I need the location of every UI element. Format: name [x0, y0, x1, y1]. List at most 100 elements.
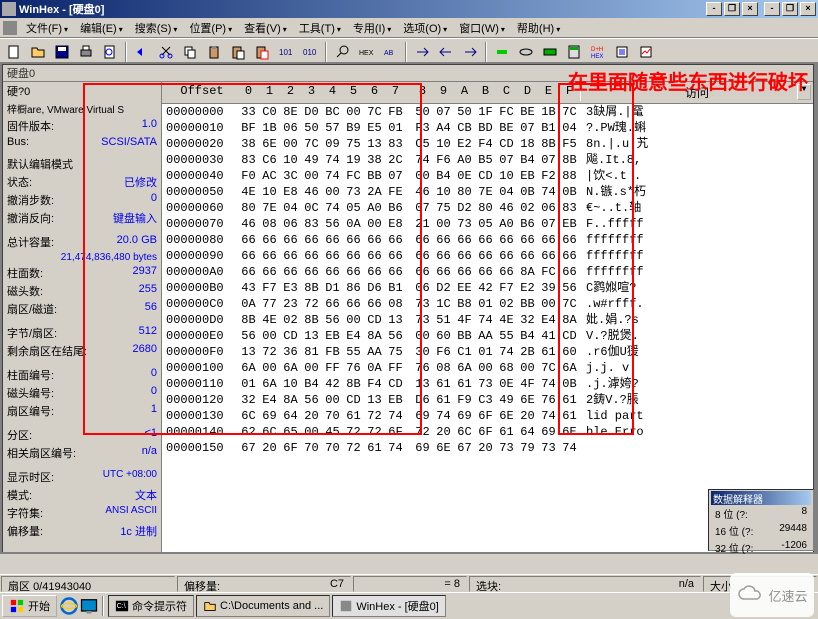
byte-cell[interactable]: 05	[343, 200, 364, 216]
byte-cell[interactable]: 8A	[364, 328, 385, 344]
byte-cell[interactable]: FC	[343, 168, 364, 184]
byte-cell[interactable]: 66	[301, 232, 322, 248]
byte-cell[interactable]: 00	[259, 328, 280, 344]
byte-cell[interactable]: 13	[364, 136, 385, 152]
hex-row[interactable]: 00000040F0AC3C0074FCBB0700B40ECD10EBF288…	[162, 168, 813, 184]
byte-cell[interactable]: FF	[322, 360, 343, 376]
byte-cell[interactable]: 07	[517, 120, 538, 136]
ascii-cell[interactable]: F..fffff	[580, 216, 644, 232]
byte-cell[interactable]: 66	[559, 264, 580, 280]
byte-cell[interactable]: 61	[559, 392, 580, 408]
byte-cell[interactable]: F6	[433, 152, 454, 168]
byte-cell[interactable]: CD	[364, 312, 385, 328]
byte-cell[interactable]: 66	[322, 296, 343, 312]
byte-cell[interactable]: 66	[496, 232, 517, 248]
hex-row[interactable]: 00000140626C65004572726F72206C6F6164696E…	[162, 424, 813, 440]
byte-cell[interactable]: 76	[538, 392, 559, 408]
byte-cell[interactable]: 76	[343, 360, 364, 376]
byte-cell[interactable]: 56	[385, 328, 406, 344]
byte-cell[interactable]: 6F	[475, 424, 496, 440]
byte-cell[interactable]: 01	[385, 120, 406, 136]
byte-cell[interactable]: 6A	[454, 360, 475, 376]
byte-cell[interactable]: 6A	[238, 360, 259, 376]
byte-cell[interactable]: 05	[475, 216, 496, 232]
byte-cell[interactable]: C0	[259, 104, 280, 120]
byte-cell[interactable]: 74	[385, 408, 406, 424]
byte-cell[interactable]: 6F	[475, 408, 496, 424]
ram-icon[interactable]	[539, 41, 561, 62]
hex-row[interactable]: 0000007046080683560A00E821007305A0B607EB…	[162, 216, 813, 232]
byte-cell[interactable]: EB	[322, 328, 343, 344]
byte-cell[interactable]: 6A	[559, 360, 580, 376]
header-byte-A[interactable]: A	[454, 84, 475, 101]
byte-cell[interactable]: 8A	[559, 312, 580, 328]
restore-doc-button[interactable]: ❐	[724, 2, 740, 16]
settings-icon[interactable]	[611, 41, 633, 62]
byte-cell[interactable]: 72	[259, 344, 280, 360]
calculator-icon[interactable]	[563, 41, 585, 62]
byte-cell[interactable]: 73	[343, 184, 364, 200]
menu-file[interactable]: 文件(F)▾	[20, 18, 74, 38]
byte-cell[interactable]: 13	[385, 312, 406, 328]
byte-cell[interactable]: 07	[538, 216, 559, 232]
byte-cell[interactable]: 1C	[433, 296, 454, 312]
taskbar-task-cmd[interactable]: C:\命令提示符	[108, 595, 194, 617]
hex-row[interactable]: 0000000033C08ED0BC007CFB5007501FFCBE1B7C…	[162, 104, 813, 120]
byte-cell[interactable]: 8A	[517, 264, 538, 280]
byte-cell[interactable]: 42	[322, 376, 343, 392]
hex-row[interactable]: 00000020386E007C09751383C510E2F4CD188BF5…	[162, 136, 813, 152]
byte-cell[interactable]: 66	[301, 248, 322, 264]
find-icon[interactable]	[331, 41, 353, 62]
ascii-cell[interactable]: .j.滹姱?	[580, 376, 639, 392]
byte-cell[interactable]: 6E	[559, 424, 580, 440]
cut-icon[interactable]	[155, 41, 177, 62]
byte-cell[interactable]: CD	[475, 168, 496, 184]
byte-cell[interactable]: E2	[454, 136, 475, 152]
toggle-text-icon[interactable]: 010	[299, 41, 321, 62]
byte-cell[interactable]: 02	[517, 200, 538, 216]
byte-cell[interactable]: 01	[475, 344, 496, 360]
byte-cell[interactable]: 02	[496, 296, 517, 312]
byte-cell[interactable]: 42	[475, 280, 496, 296]
ascii-cell[interactable]: C鹨娰喧?	[580, 280, 636, 296]
quicklaunch-desktop-icon[interactable]	[79, 596, 99, 616]
byte-cell[interactable]: 00	[343, 104, 364, 120]
toggle-hex-icon[interactable]: 101	[275, 41, 297, 62]
ascii-dropdown-icon[interactable]: ▼	[797, 84, 811, 100]
byte-cell[interactable]: 66	[364, 248, 385, 264]
byte-cell[interactable]: 66	[433, 264, 454, 280]
hex-row[interactable]: 000000A0666666666666666666666666668AFC66…	[162, 264, 813, 280]
byte-cell[interactable]: 13	[364, 392, 385, 408]
byte-cell[interactable]: 73	[412, 296, 433, 312]
data-interpreter-panel[interactable]: 数据解释器 8 位 (?:8 16 位 (?:29448 32 位 (?:-12…	[708, 489, 814, 551]
byte-cell[interactable]: 66	[259, 232, 280, 248]
hex-row[interactable]: 000000B043F7E38BD186D6B106D2EE42F7E23956…	[162, 280, 813, 296]
byte-cell[interactable]: EE	[454, 280, 475, 296]
byte-cell[interactable]: 6E	[517, 392, 538, 408]
close-button[interactable]: ×	[800, 2, 816, 16]
header-byte-5[interactable]: 5	[343, 84, 364, 101]
byte-cell[interactable]: 66	[475, 232, 496, 248]
byte-cell[interactable]: B9	[343, 120, 364, 136]
byte-cell[interactable]: 73	[454, 216, 475, 232]
byte-cell[interactable]: 6E	[259, 136, 280, 152]
byte-cell[interactable]: 66	[538, 232, 559, 248]
byte-cell[interactable]: 62	[238, 424, 259, 440]
byte-cell[interactable]: E8	[385, 216, 406, 232]
byte-cell[interactable]: 1F	[475, 104, 496, 120]
byte-cell[interactable]: 01	[238, 376, 259, 392]
header-ascii[interactable]: 访问 ▼	[580, 84, 813, 101]
ascii-cell[interactable]: j.j. v.	[580, 360, 636, 376]
byte-cell[interactable]: 66	[364, 264, 385, 280]
byte-cell[interactable]: 23	[280, 296, 301, 312]
byte-cell[interactable]: 66	[343, 248, 364, 264]
byte-cell[interactable]: E3	[280, 280, 301, 296]
byte-cell[interactable]: C5	[412, 136, 433, 152]
byte-cell[interactable]: 32	[517, 312, 538, 328]
byte-cell[interactable]: 49	[301, 152, 322, 168]
byte-cell[interactable]: 46	[496, 200, 517, 216]
hex-row[interactable]: 000000F013723681FB55AA7530F6C101742B6160…	[162, 344, 813, 360]
ascii-cell[interactable]: ffffffff	[580, 248, 644, 264]
byte-cell[interactable]: 07	[412, 200, 433, 216]
byte-cell[interactable]: 66	[280, 264, 301, 280]
